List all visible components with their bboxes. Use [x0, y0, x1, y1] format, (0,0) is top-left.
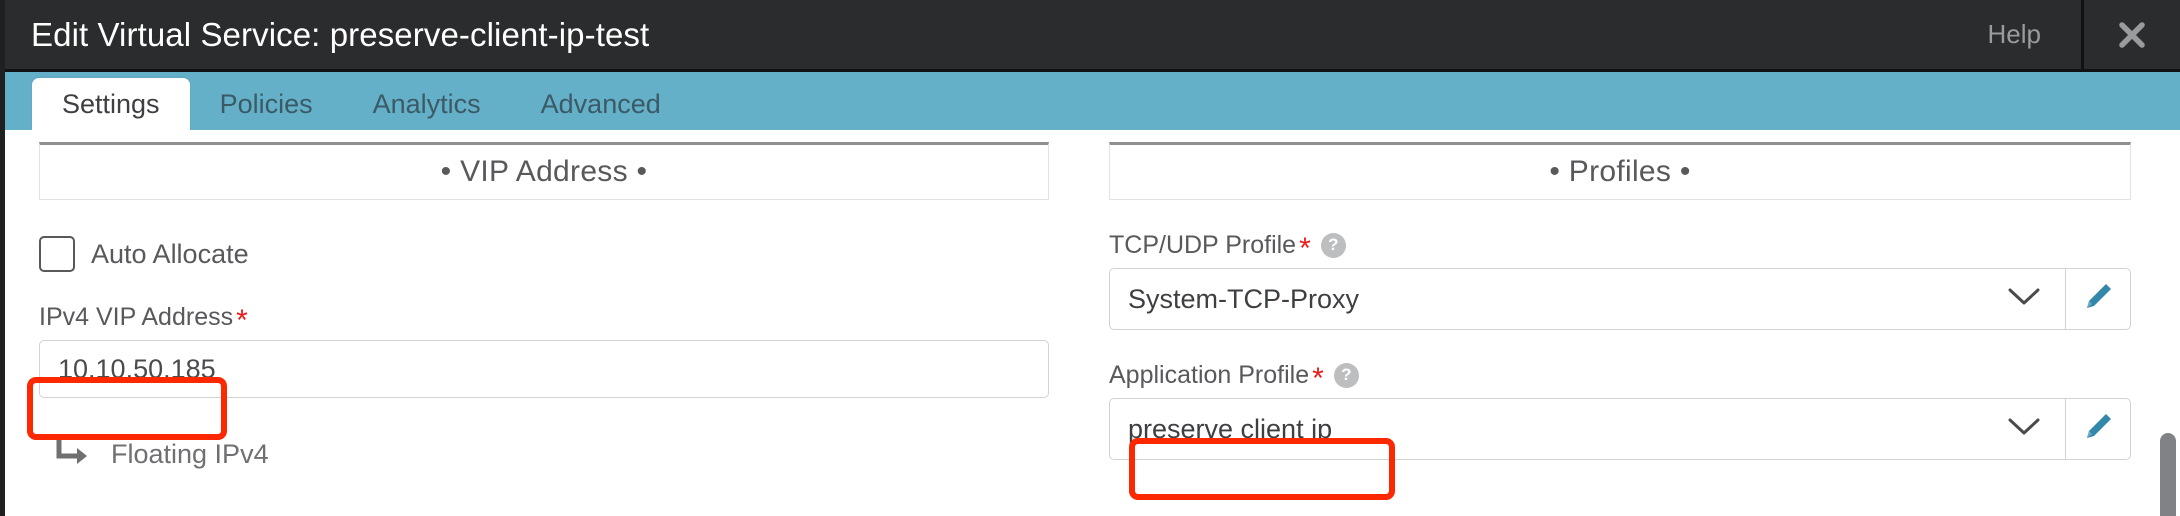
tab-analytics[interactable]: Analytics: [343, 78, 511, 130]
tcp-udp-profile-field-group: TCP/UDP Profile * ? System-TCP-Proxy: [1109, 230, 2131, 330]
vertical-scrollbar-thumb[interactable]: [2160, 433, 2176, 516]
close-icon: [2117, 20, 2147, 50]
help-button[interactable]: Help: [1948, 0, 2084, 71]
tcp-udp-profile-select[interactable]: System-TCP-Proxy: [1109, 268, 2065, 330]
application-profile-control: preserve client ip: [1109, 398, 2131, 460]
vip-address-section-header: • VIP Address •: [39, 142, 1049, 200]
arrow-branch-icon: [55, 438, 89, 471]
required-asterisk: *: [236, 304, 248, 337]
tab-advanced[interactable]: Advanced: [511, 78, 691, 130]
floating-ipv4-label: Floating IPv4: [111, 439, 269, 469]
tcp-udp-profile-control: System-TCP-Proxy: [1109, 268, 2131, 330]
tab-policies-label: Policies: [219, 88, 313, 119]
tab-analytics-label: Analytics: [372, 88, 481, 119]
tab-settings[interactable]: Settings: [32, 78, 190, 130]
ipv4-vip-address-field-group: IPv4 VIP Address * 10.10.50.185: [39, 302, 1049, 398]
chevron-down-icon: [2007, 287, 2041, 312]
tcp-udp-profile-label: TCP/UDP Profile * ?: [1109, 230, 2131, 264]
edit-virtual-service-modal: Edit Virtual Service: preserve-client-ip…: [0, 0, 2180, 516]
ipv4-vip-address-label-text: IPv4 VIP Address: [39, 302, 234, 331]
auto-allocate-label: Auto Allocate: [91, 238, 249, 269]
pencil-icon: [2082, 411, 2114, 448]
tab-policies[interactable]: Policies: [190, 78, 343, 130]
tcp-udp-profile-label-text: TCP/UDP Profile: [1109, 230, 1297, 259]
auto-allocate-checkbox[interactable]: [39, 236, 75, 272]
application-profile-select[interactable]: preserve client ip: [1109, 398, 2065, 460]
tcp-udp-profile-edit-button[interactable]: [2065, 268, 2131, 330]
tab-advanced-label: Advanced: [540, 88, 661, 119]
question-mark-icon[interactable]: ?: [1320, 232, 1346, 258]
ipv4-vip-address-label: IPv4 VIP Address *: [39, 302, 1049, 336]
profiles-section-title: • Profiles •: [1549, 155, 1691, 188]
tcp-udp-profile-value: System-TCP-Proxy: [1128, 283, 1360, 314]
profiles-panel: • Profiles • TCP/UDP Profile * ? System-…: [1083, 130, 2165, 516]
application-profile-label-text: Application Profile: [1109, 360, 1310, 389]
ipv4-vip-address-input[interactable]: 10.10.50.185: [39, 340, 1049, 398]
tab-bar: Settings Policies Analytics Advanced: [5, 72, 2180, 130]
close-button[interactable]: [2084, 0, 2180, 71]
page-title: Edit Virtual Service: preserve-client-ip…: [31, 15, 650, 53]
vip-address-panel: • VIP Address • Auto Allocate IPv4 VIP A…: [5, 130, 1083, 516]
floating-ipv4-row[interactable]: Floating IPv4: [39, 438, 1049, 471]
application-profile-field-group: Application Profile * ? preserve client …: [1109, 360, 2131, 460]
tab-settings-label: Settings: [62, 88, 160, 119]
application-profile-value: preserve client ip: [1128, 413, 1333, 444]
settings-tab-content: • VIP Address • Auto Allocate IPv4 VIP A…: [5, 130, 2180, 516]
modal-titlebar: Edit Virtual Service: preserve-client-ip…: [5, 0, 2180, 72]
vip-address-section-title: • VIP Address •: [440, 155, 648, 188]
required-asterisk: *: [1312, 362, 1324, 395]
application-profile-edit-button[interactable]: [2065, 398, 2131, 460]
application-profile-label: Application Profile * ?: [1109, 360, 2131, 394]
question-mark-icon[interactable]: ?: [1333, 362, 1359, 388]
required-asterisk: *: [1299, 232, 1311, 265]
pencil-icon: [2082, 281, 2114, 318]
chevron-down-icon: [2007, 417, 2041, 442]
auto-allocate-row: Auto Allocate: [39, 236, 1049, 272]
profiles-section-header: • Profiles •: [1109, 142, 2131, 200]
ipv4-vip-address-value: 10.10.50.185: [58, 353, 216, 384]
